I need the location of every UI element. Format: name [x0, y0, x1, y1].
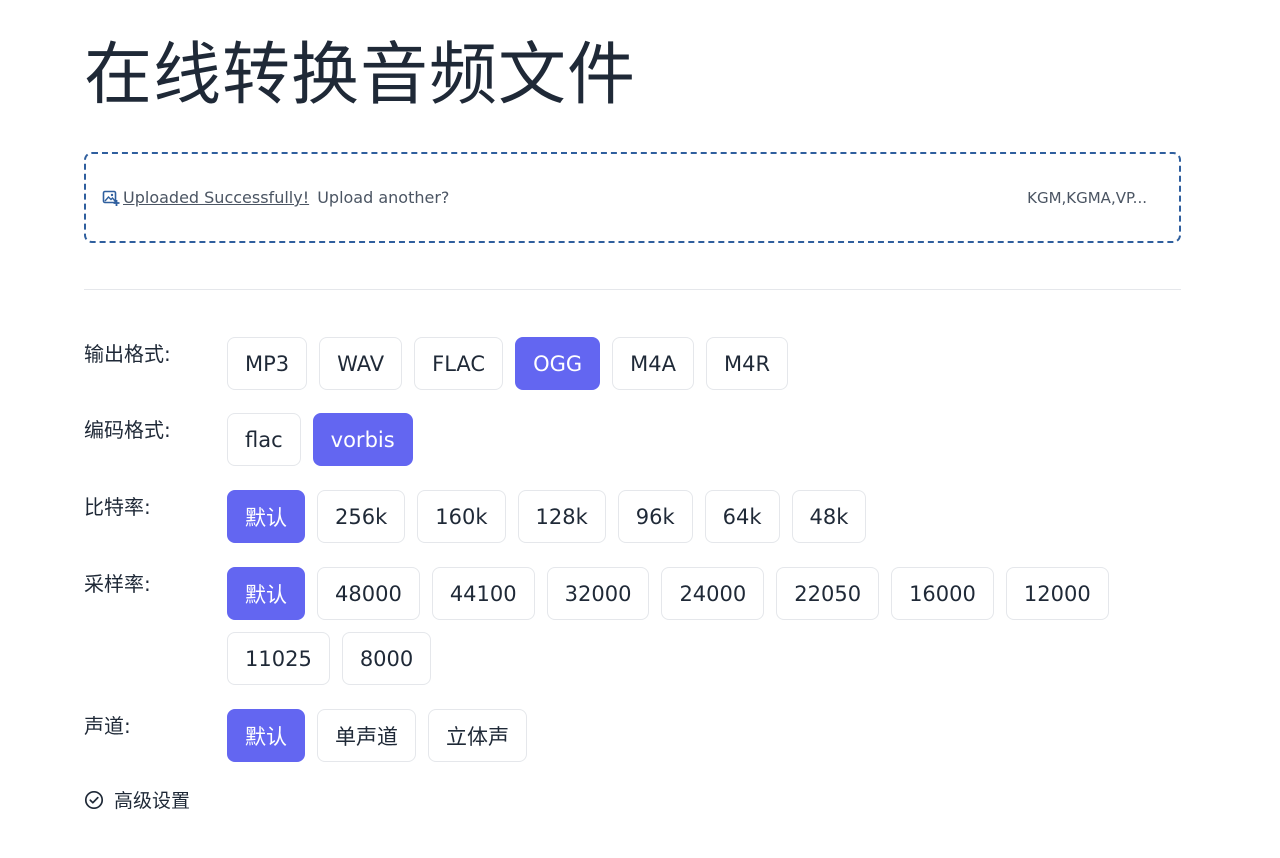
- option-button[interactable]: 16000: [891, 567, 994, 620]
- image-upload-icon: [102, 189, 120, 207]
- option-button[interactable]: OGG: [515, 337, 601, 390]
- option-button[interactable]: WAV: [319, 337, 403, 390]
- page-title: 在线转换音频文件: [84, 36, 637, 115]
- option-button[interactable]: 48000: [317, 567, 420, 620]
- option-group: flac vorbis: [227, 413, 1127, 466]
- option-group: MP3 WAV FLAC OGG M4A M4R: [227, 337, 1127, 390]
- option-button[interactable]: 44100: [431, 567, 535, 620]
- option-button[interactable]: 256k: [317, 490, 406, 543]
- upload-dropzone[interactable]: Uploaded Successfully! Upload another? K…: [84, 152, 1181, 243]
- advanced-settings-toggle[interactable]: 高级设置: [84, 786, 190, 813]
- option-button[interactable]: M4R: [706, 337, 789, 390]
- option-button[interactable]: 12000: [1005, 567, 1109, 620]
- option-button[interactable]: vorbis: [312, 413, 413, 466]
- option-button[interactable]: M4A: [612, 337, 695, 390]
- row-label: 编码格式:: [84, 418, 171, 442]
- option-button[interactable]: 22050: [776, 567, 880, 620]
- option-button[interactable]: 立体声: [428, 709, 527, 762]
- option-button[interactable]: MP3: [227, 337, 308, 390]
- option-button[interactable]: 默认: [227, 567, 305, 620]
- row-sample-rate: 采样率: 默认 48000 44100 32000 24000 22050 16000 120…: [84, 567, 1127, 685]
- option-button[interactable]: 64k: [704, 490, 780, 543]
- advanced-settings-label: 高级设置: [114, 790, 191, 812]
- supported-formats: KGM,KGMA,VP...: [1027, 188, 1147, 207]
- option-button[interactable]: 单声道: [317, 709, 416, 762]
- option-button[interactable]: 11025: [227, 632, 330, 685]
- row-label: 输出格式:: [84, 342, 171, 366]
- option-button[interactable]: FLAC: [414, 337, 504, 390]
- row-label: 比特率:: [84, 495, 151, 519]
- option-button[interactable]: 96k: [617, 490, 693, 543]
- row-codec: 编码格式: flac vorbis: [84, 413, 1127, 466]
- option-button[interactable]: 默认: [227, 709, 305, 762]
- option-group: 默认 单声道 立体声: [227, 709, 1127, 762]
- option-button[interactable]: flac: [227, 413, 301, 466]
- row-channels: 声道: 默认 单声道 立体声: [84, 709, 1127, 762]
- option-button[interactable]: 8000: [341, 632, 432, 685]
- option-group: 默认 48000 44100 32000 24000 22050 16000 12000 110…: [227, 567, 1127, 685]
- row-output-format: 输出格式: MP3 WAV FLAC OGG M4A M4R: [84, 337, 1127, 390]
- option-button[interactable]: 128k: [517, 490, 606, 543]
- upload-success-link[interactable]: Uploaded Successfully!: [123, 188, 309, 207]
- divider: [84, 289, 1181, 290]
- option-group: 默认 256k 160k 128k 96k 64k 48k: [227, 490, 1127, 543]
- row-label: 声道:: [84, 714, 131, 738]
- option-button[interactable]: 48k: [791, 490, 867, 543]
- option-button[interactable]: 24000: [661, 567, 765, 620]
- option-button[interactable]: 32000: [546, 567, 650, 620]
- option-button[interactable]: 160k: [417, 490, 506, 543]
- upload-status: Uploaded Successfully! Upload another?: [102, 188, 449, 207]
- row-bitrate: 比特率: 默认 256k 160k 128k 96k 64k 48k: [84, 490, 1127, 543]
- check-circle-icon: [84, 790, 104, 810]
- option-button[interactable]: 默认: [227, 490, 305, 543]
- upload-another-text: Upload another?: [312, 188, 450, 207]
- row-label: 采样率:: [84, 572, 151, 596]
